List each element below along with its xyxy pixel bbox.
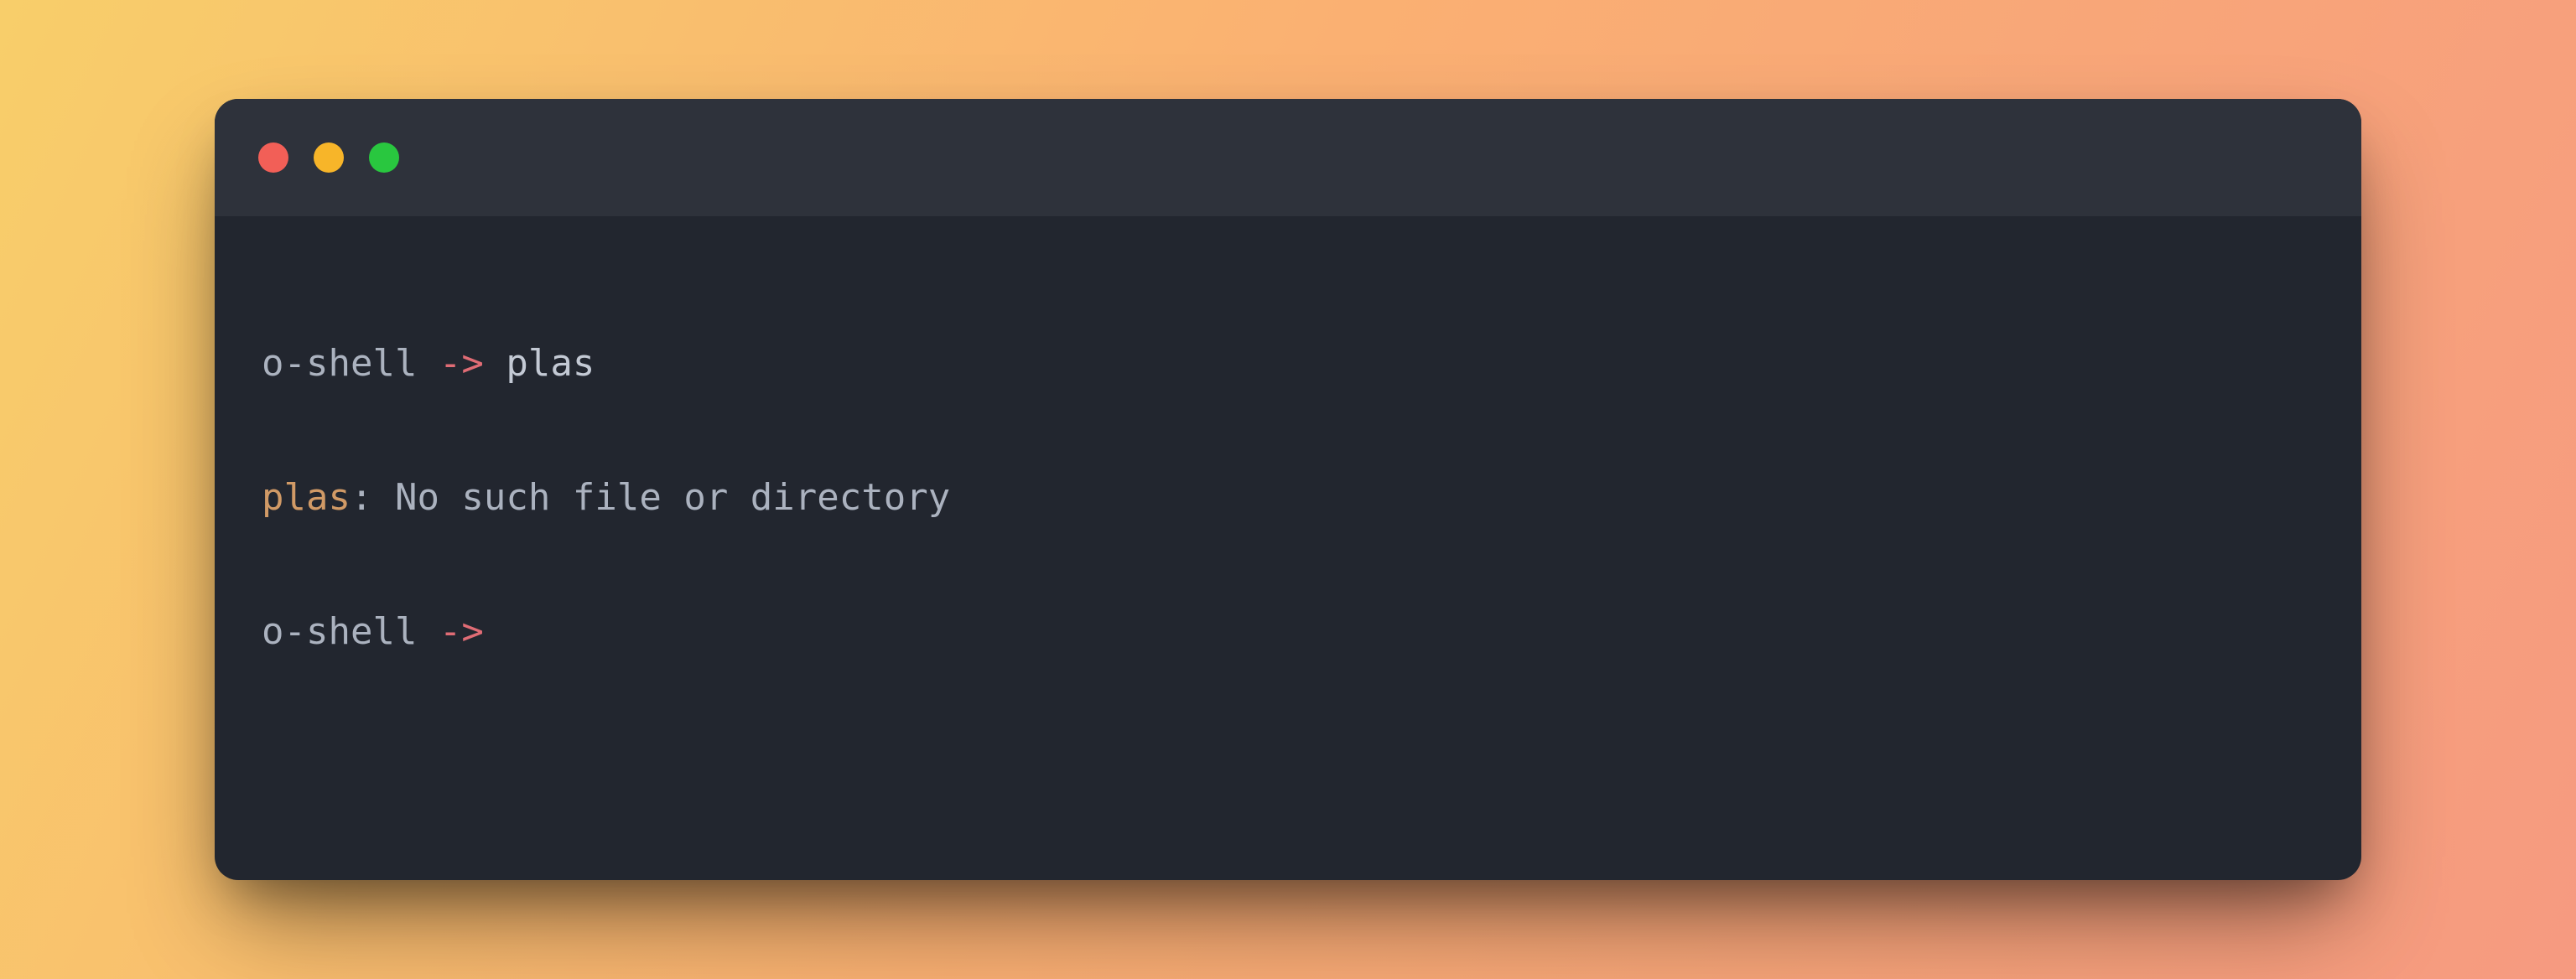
command-text: plas	[484, 342, 595, 385]
error-message: : No such file or directory	[351, 476, 950, 519]
maximize-icon[interactable]	[369, 142, 399, 173]
titlebar	[215, 99, 2361, 216]
terminal-window: o-shell -> plas plas: No such file or di…	[215, 99, 2361, 881]
prompt-arrow: ->	[439, 342, 484, 385]
terminal-line: plas: No such file or directory	[262, 464, 2314, 531]
terminal-body[interactable]: o-shell -> plas plas: No such file or di…	[215, 216, 2361, 881]
prompt-text: o-shell	[262, 342, 439, 385]
command-text	[484, 610, 506, 653]
terminal-line: o-shell ->	[262, 598, 2314, 666]
minimize-icon[interactable]	[314, 142, 344, 173]
close-icon[interactable]	[258, 142, 288, 173]
terminal-line: o-shell -> plas	[262, 330, 2314, 397]
prompt-text: o-shell	[262, 610, 439, 653]
prompt-arrow: ->	[439, 610, 484, 653]
error-name: plas	[262, 476, 351, 519]
